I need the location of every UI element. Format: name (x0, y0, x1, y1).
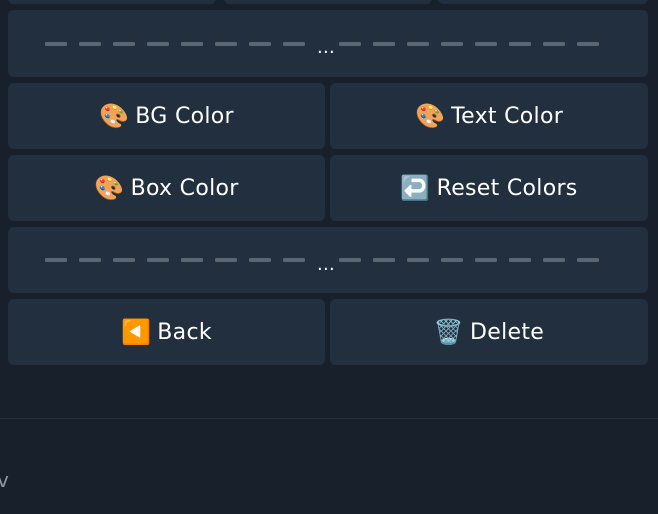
palette-icon: 🎨 (94, 174, 125, 202)
palette-icon: 🎨 (99, 102, 130, 130)
separator-label: ... (316, 253, 336, 275)
back-label: Back (157, 319, 212, 345)
trash-icon: 🗑️ (433, 318, 465, 346)
delete-button[interactable]: 🗑️ Delete (330, 299, 648, 365)
partial-top-button-2[interactable] (224, 0, 432, 4)
dash-line: ... (44, 246, 611, 275)
back-icon: ◀️ (121, 318, 152, 346)
text-color-label: Text Color (451, 103, 564, 129)
reset-colors-label: Reset Colors (436, 175, 578, 201)
input-edge-glyph: v (0, 468, 9, 492)
bg-color-label: BG Color (135, 103, 234, 129)
partial-top-button-1[interactable] (8, 0, 216, 4)
delete-label: Delete (470, 319, 545, 345)
bg-color-button[interactable]: 🎨 BG Color (8, 83, 325, 149)
dash-line: ... (44, 29, 611, 58)
partial-top-button-3[interactable] (438, 0, 648, 4)
reset-colors-button[interactable]: ↩️ Reset Colors (330, 155, 648, 221)
box-color-button[interactable]: 🎨 Box Color (8, 155, 325, 221)
text-color-button[interactable]: 🎨 Text Color (330, 83, 648, 149)
separator-label: ... (316, 37, 336, 58)
separator-button-2[interactable]: ... (8, 227, 648, 293)
message-input-area[interactable] (0, 419, 658, 514)
palette-icon: 🎨 (414, 102, 446, 130)
separator-button-1[interactable]: ... (8, 10, 648, 77)
box-color-label: Box Color (130, 175, 239, 201)
back-button[interactable]: ◀️ Back (8, 299, 325, 365)
return-arrow-icon: ↩️ (400, 174, 431, 202)
